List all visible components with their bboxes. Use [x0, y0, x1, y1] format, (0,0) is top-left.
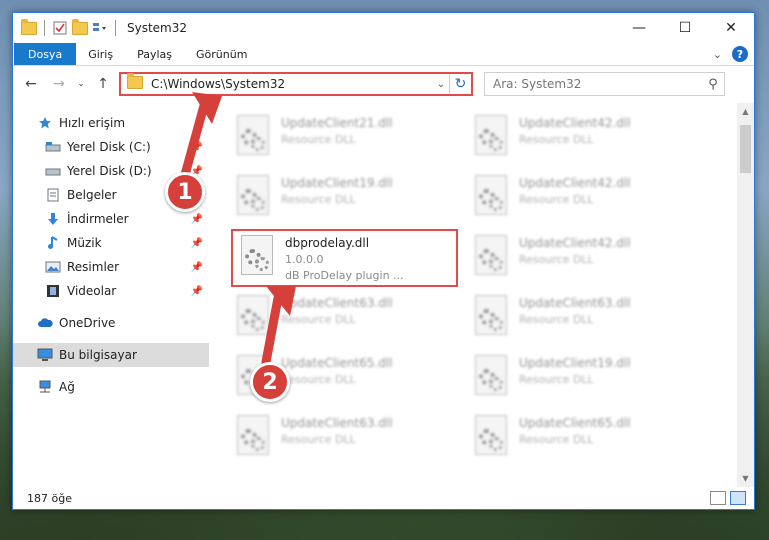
step-2-badge: 2 [250, 362, 290, 402]
arrow-to-file [261, 293, 283, 367]
annotation-arrows [178, 92, 296, 367]
step-1-badge: 1 [165, 172, 205, 212]
arrow-to-address-bar [178, 97, 210, 187]
